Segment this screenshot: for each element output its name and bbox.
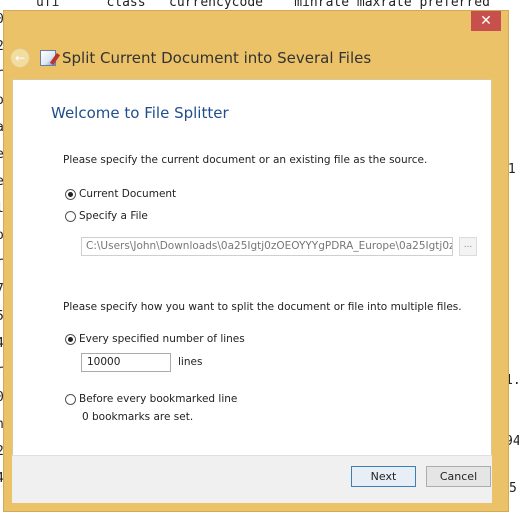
lines-count-input[interactable]: 10000: [81, 353, 171, 372]
radio-button-icon: [65, 393, 76, 405]
browse-button[interactable]: ...: [459, 237, 477, 256]
source-prompt: Please specify the current document or a…: [63, 154, 428, 166]
dialog-window: ✕ ← Split Current Document into Several …: [3, 10, 509, 512]
close-button[interactable]: ✕: [471, 11, 501, 31]
bookmarks-status: 0 bookmarks are set.: [82, 411, 194, 423]
lines-unit-label: lines: [178, 356, 203, 368]
file-path-input[interactable]: C:\Users\John\Downloads\0a25Igtj0zOEOYYY…: [81, 237, 453, 256]
wizard-footer: Next Cancel: [12, 455, 492, 503]
radio-label: Current Document: [79, 188, 177, 200]
radio-button-icon: [65, 210, 76, 222]
radio-label: Every specified number of lines: [79, 333, 245, 345]
background-column-header: ufi class currencycode minrate maxrate p…: [36, 0, 490, 10]
radio-current-document[interactable]: Current Document: [65, 188, 176, 200]
radio-button-icon: [65, 188, 76, 200]
radio-every-n-lines[interactable]: Every specified number of lines: [65, 333, 245, 345]
background-fragment: 5: [509, 481, 517, 496]
radio-specify-file[interactable]: Specify a File: [65, 210, 148, 222]
radio-label: Specify a File: [79, 210, 148, 222]
back-button[interactable]: ←: [10, 48, 30, 68]
cancel-button[interactable]: Cancel: [426, 466, 491, 487]
close-icon: ✕: [480, 13, 492, 29]
window-title: Split Current Document into Several File…: [62, 49, 372, 67]
app-icon: [40, 50, 56, 66]
title-bar: ← Split Current Document into Several Fi…: [10, 44, 371, 72]
next-button[interactable]: Next: [351, 466, 416, 487]
back-arrow-icon: ←: [14, 51, 26, 65]
split-prompt: Please specify how you want to split the…: [63, 301, 462, 313]
radio-label: Before every bookmarked line: [79, 393, 238, 405]
radio-before-bookmark[interactable]: Before every bookmarked line: [65, 393, 237, 405]
radio-button-icon: [65, 333, 76, 345]
wizard-heading: Welcome to File Splitter: [51, 104, 229, 122]
wizard-content: Welcome to File Splitter Please specify …: [12, 79, 492, 455]
